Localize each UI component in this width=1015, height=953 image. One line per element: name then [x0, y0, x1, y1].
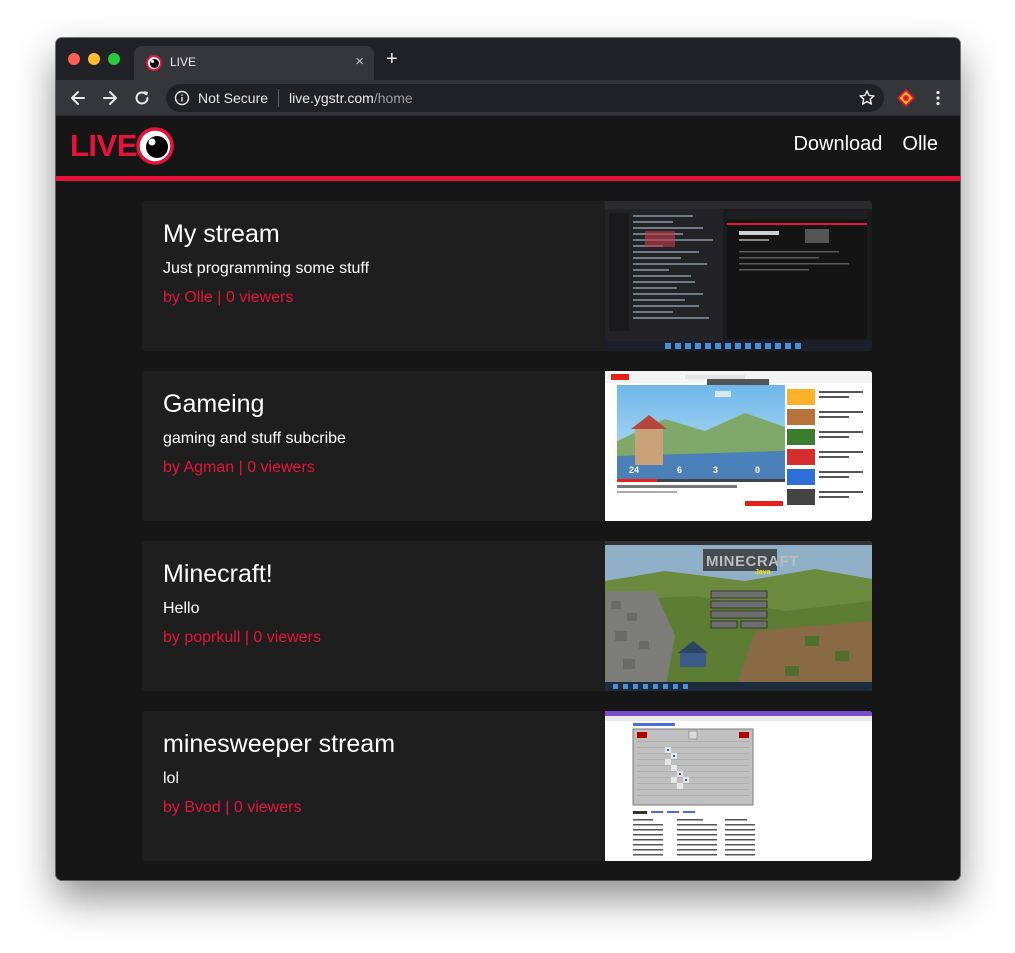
svg-text:Java: Java	[755, 569, 771, 576]
download-link[interactable]: Download	[793, 133, 882, 156]
reload-icon[interactable]	[132, 88, 152, 108]
not-secure-label: Not Secure	[198, 90, 269, 106]
site-logo[interactable]: LIVE	[70, 124, 175, 168]
live-favicon-icon	[146, 55, 162, 71]
stream-card[interactable]: minesweeper stream lol by Bvod | 0 viewe…	[142, 711, 872, 861]
browser-toolbar: Not Secure live.ygstr.com/home	[56, 80, 960, 116]
stream-description: lol	[163, 770, 180, 787]
stream-meta: by poprkull | 0 viewers	[163, 629, 321, 646]
window-controls	[68, 53, 120, 65]
eye-logo-icon	[136, 127, 174, 165]
site-header: LIVE Download Olle	[56, 116, 960, 176]
stream-title: My stream	[163, 220, 280, 248]
stream-title: Gameing	[163, 390, 265, 418]
url-host: live.ygstr.com	[289, 90, 374, 106]
tab-strip: LIVE × +	[56, 38, 960, 80]
close-window-button[interactable]	[68, 53, 80, 65]
browser-tab[interactable]: LIVE ×	[134, 46, 374, 80]
svg-text:MINECRAFT: MINECRAFT	[706, 553, 799, 570]
address-bar[interactable]: Not Secure live.ygstr.com/home	[166, 84, 884, 112]
new-tab-button[interactable]: +	[386, 49, 398, 69]
tab-close-icon[interactable]: ×	[355, 53, 364, 70]
stream-meta: by Agman | 0 viewers	[163, 459, 315, 476]
tab-title: LIVE	[170, 55, 197, 69]
stream-title: Minecraft!	[163, 560, 273, 588]
stream-meta: by Olle | 0 viewers	[163, 289, 294, 306]
extension-icon[interactable]	[896, 88, 916, 108]
stream-list: My stream Just programming some stuff by…	[142, 201, 872, 880]
bookmark-star-icon[interactable]	[858, 89, 876, 107]
minimize-window-button[interactable]	[88, 53, 100, 65]
stream-card[interactable]: My stream Just programming some stuff by…	[142, 201, 872, 351]
stream-thumbnail	[605, 711, 872, 861]
url-text[interactable]: live.ygstr.com/home	[289, 90, 413, 106]
stream-title: minesweeper stream	[163, 730, 396, 758]
info-icon[interactable]	[174, 90, 190, 106]
logo-text: LIVE	[70, 128, 137, 163]
maximize-window-button[interactable]	[108, 53, 120, 65]
svg-text:6: 6	[677, 465, 682, 475]
stream-card[interactable]: Gameing gaming and stuff subcribe by Agm…	[142, 371, 872, 521]
browser-menu-icon[interactable]	[928, 88, 948, 108]
svg-text:24: 24	[629, 465, 639, 475]
stream-description: gaming and stuff subcribe	[163, 430, 346, 447]
browser-window: LIVE × + Not Secure live.ygstr.com/home	[56, 38, 960, 880]
svg-text:0: 0	[755, 465, 760, 475]
stream-description: Hello	[163, 600, 200, 617]
forward-arrow-icon[interactable]	[100, 88, 120, 108]
stream-card[interactable]: Minecraft! Hello by poprkull | 0 viewers	[142, 541, 872, 691]
site-nav: Download Olle	[793, 133, 938, 156]
page-content: LIVE Download Olle My stream Just progra…	[56, 116, 960, 880]
stream-thumbnail	[605, 201, 872, 351]
stream-thumbnail: 24 6 3 0	[605, 371, 872, 521]
url-divider	[278, 89, 279, 107]
user-link[interactable]: Olle	[902, 133, 938, 156]
stream-meta: by Bvod | 0 viewers	[163, 799, 302, 816]
header-accent-bar	[56, 176, 960, 181]
stream-description: Just programming some stuff	[163, 260, 370, 277]
svg-text:3: 3	[713, 465, 718, 475]
url-path: /home	[373, 90, 413, 106]
back-arrow-icon[interactable]	[68, 88, 88, 108]
stream-thumbnail: MINECRAFT Java	[605, 541, 872, 691]
